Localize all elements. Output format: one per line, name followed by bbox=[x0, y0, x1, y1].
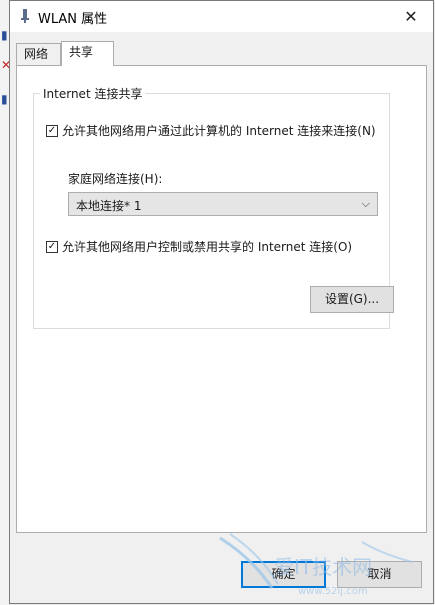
properties-dialog: WLAN 属性 ✕ 网络 共享 Internet 连接共享 ✓ 允许其他网络用户… bbox=[9, 0, 434, 604]
home-network-label: 家庭网络连接(H): bbox=[68, 172, 163, 186]
ok-button[interactable]: 确定 bbox=[241, 561, 326, 588]
chevron-down-icon: ⌵ bbox=[361, 197, 370, 210]
tab-network[interactable]: 网络 bbox=[16, 43, 61, 65]
checkmark-icon: ✓ bbox=[47, 124, 57, 136]
close-button[interactable]: ✕ bbox=[389, 1, 433, 32]
group-title: Internet 连接共享 bbox=[40, 85, 146, 102]
allow-control-checkbox[interactable]: ✓ bbox=[46, 240, 58, 253]
background-icon: ▮ bbox=[1, 92, 8, 106]
checkmark-icon: ✓ bbox=[47, 240, 57, 252]
sharing-tab-panel: Internet 连接共享 ✓ 允许其他网络用户通过此计算机的 Internet… bbox=[16, 65, 427, 533]
wlan-antenna-icon bbox=[21, 9, 29, 23]
cancel-button[interactable]: 取消 bbox=[337, 561, 422, 588]
allow-share-checkbox[interactable]: ✓ bbox=[46, 124, 58, 137]
allow-control-label: 允许其他网络用户控制或禁用共享的 Internet 连接(O) bbox=[62, 240, 353, 254]
home-network-select[interactable]: 本地连接* 1 ⌵ bbox=[68, 192, 378, 216]
home-network-value: 本地连接* 1 bbox=[76, 199, 142, 213]
close-icon: ✕ bbox=[404, 7, 418, 26]
tab-sharing[interactable]: 共享 bbox=[61, 41, 114, 66]
background-icon: ▮ bbox=[1, 28, 8, 42]
dialog-title: WLAN 属性 bbox=[38, 12, 108, 27]
title-bar[interactable]: WLAN 属性 ✕ bbox=[10, 1, 433, 32]
settings-button[interactable]: 设置(G)... bbox=[310, 286, 394, 313]
allow-share-row[interactable]: ✓ 允许其他网络用户通过此计算机的 Internet 连接来连接(N) bbox=[46, 122, 376, 139]
allow-control-row[interactable]: ✓ 允许其他网络用户控制或禁用共享的 Internet 连接(O) bbox=[46, 238, 352, 255]
allow-share-label: 允许其他网络用户通过此计算机的 Internet 连接来连接(N) bbox=[62, 124, 376, 138]
internet-connection-sharing-group: Internet 连接共享 ✓ 允许其他网络用户通过此计算机的 Internet… bbox=[33, 85, 394, 329]
